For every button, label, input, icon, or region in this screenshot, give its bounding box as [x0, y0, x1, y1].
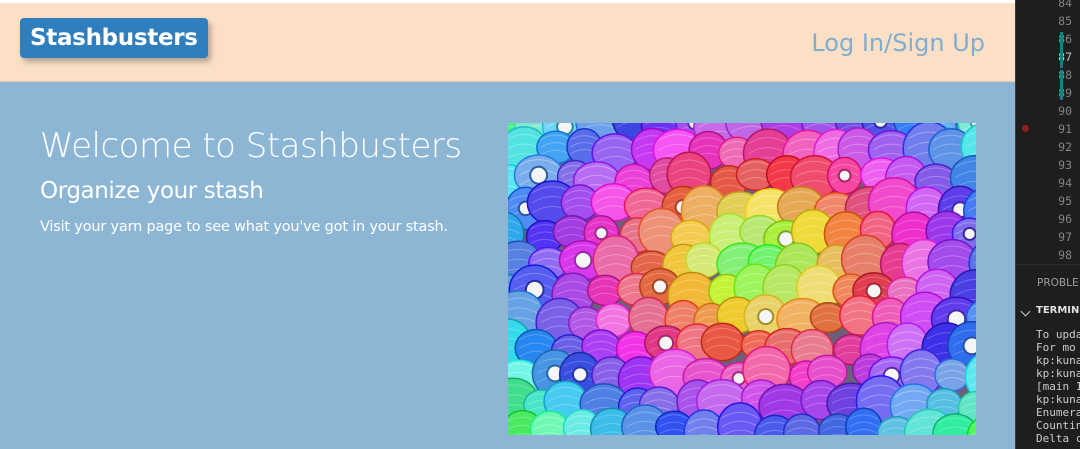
line-number: 84 — [1058, 0, 1072, 10]
brand-logo-button[interactable]: Stashbusters — [20, 18, 208, 58]
line-number: 87 — [1058, 50, 1072, 64]
line-number: 86 — [1058, 32, 1072, 46]
yarn-balls-image — [508, 123, 976, 435]
line-number: 89 — [1058, 86, 1072, 100]
git-change-indicator — [1060, 32, 1063, 68]
hero-text: Visit your yarn page to see what you've … — [40, 219, 448, 235]
login-signup-link[interactable]: Log In/Sign Up — [811, 25, 985, 61]
stashbusters-page: Stashbusters Log In/Sign Up Welcome to S… — [0, 0, 1016, 449]
yarn-photo — [508, 123, 976, 435]
panel-tabs: PROBLE — [1016, 264, 1080, 303]
terminal-line: kp:kuna — [1036, 367, 1080, 380]
code-editor-panel: 84 85 86 87 88 89 90 91 92 93 94 95 96 97 98 PROBLE TE… — [1016, 0, 1080, 449]
terminal-line: kp:kuna — [1036, 354, 1080, 367]
line-number: 98 — [1058, 248, 1072, 262]
chevron-down-icon[interactable] — [1020, 306, 1031, 317]
line-number: 93 — [1058, 158, 1072, 172]
line-number: 94 — [1058, 176, 1072, 190]
terminal-line: To upda — [1036, 328, 1080, 341]
terminal-line: [main 1 — [1036, 380, 1080, 393]
tab-problems[interactable]: PROBLE — [1037, 277, 1079, 289]
line-number-gutter: 84 85 86 87 88 89 90 91 92 93 94 95 96 97 98 — [1016, 0, 1080, 264]
line-number: 96 — [1058, 212, 1072, 226]
terminal-line: For mo — [1036, 341, 1076, 354]
line-number: 97 — [1058, 230, 1072, 244]
line-number: 90 — [1058, 104, 1072, 118]
terminal-line: kp:kuna — [1036, 393, 1080, 406]
line-number: 92 — [1058, 140, 1072, 154]
hero-subtitle: Organize your stash — [40, 178, 264, 204]
terminal-output[interactable]: To upda For mo kp:kuna kp:kuna [main 1 kp:kun… — [1016, 322, 1080, 449]
line-number: 85 — [1058, 14, 1072, 28]
breakpoint-icon[interactable] — [1022, 125, 1029, 132]
hero-title: Welcome to Stashbusters — [40, 126, 462, 166]
terminal-line: Enumera — [1036, 406, 1080, 419]
line-number: 91 — [1058, 122, 1072, 136]
terminal-line: Delta c — [1036, 432, 1080, 445]
terminal-header[interactable]: TERMIN — [1016, 302, 1080, 322]
navbar: Stashbusters Log In/Sign Up — [0, 3, 1016, 82]
terminal-title: TERMIN — [1036, 305, 1080, 316]
line-number: 95 — [1058, 194, 1072, 208]
git-change-indicator — [1060, 70, 1063, 100]
line-number: 88 — [1058, 68, 1072, 82]
terminal-line: Countin — [1036, 419, 1080, 432]
